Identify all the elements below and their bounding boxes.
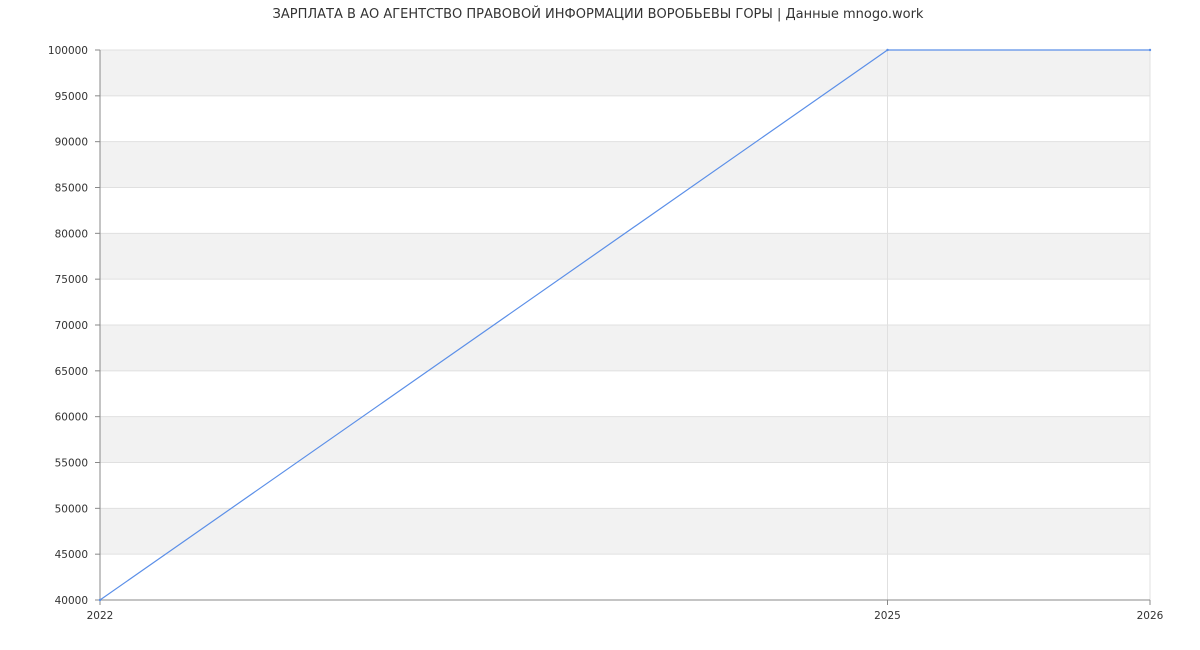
- background-band: [100, 141, 1150, 188]
- background-bands: [100, 50, 1150, 555]
- chart-title: ЗАРПЛАТА В АО АГЕНТСТВО ПРАВОВОЙ ИНФОРМА…: [273, 6, 924, 22]
- y-tick-label: 65000: [55, 366, 88, 378]
- background-band: [100, 233, 1150, 280]
- background-band: [100, 325, 1150, 371]
- x-tick-labels: 2022 2025 2026: [87, 610, 1164, 622]
- background-band: [100, 416, 1150, 463]
- y-tick-label: 75000: [55, 274, 88, 286]
- data-point: [886, 48, 889, 52]
- data-point: [1148, 48, 1152, 52]
- x-tick-label: 2022: [87, 610, 114, 622]
- x-tick-label: 2025: [874, 610, 901, 622]
- y-tick-label: 70000: [55, 320, 88, 332]
- y-tick-label: 50000: [55, 503, 88, 515]
- y-tick-label: 60000: [55, 412, 88, 424]
- data-point: [98, 598, 102, 602]
- y-tick-label: 95000: [55, 91, 88, 103]
- y-tick-label: 90000: [55, 137, 88, 149]
- y-tick-labels: 100000 95000 90000 85000 80000 75000 70000 6500…: [48, 45, 88, 607]
- y-tick-label: 100000: [48, 45, 88, 57]
- y-tick-label: 80000: [55, 228, 88, 240]
- salary-line-chart: ЗАРПЛАТА В АО АГЕНТСТВО ПРАВОВОЙ ИНФОРМА…: [48, 6, 1164, 622]
- y-tick-label: 40000: [55, 595, 88, 607]
- background-band: [100, 508, 1150, 555]
- y-tick-label: 85000: [55, 183, 88, 195]
- y-tick-label: 55000: [55, 458, 88, 470]
- background-band: [100, 50, 1150, 96]
- x-tick-label: 2026: [1137, 610, 1164, 622]
- y-tick-label: 45000: [55, 549, 88, 561]
